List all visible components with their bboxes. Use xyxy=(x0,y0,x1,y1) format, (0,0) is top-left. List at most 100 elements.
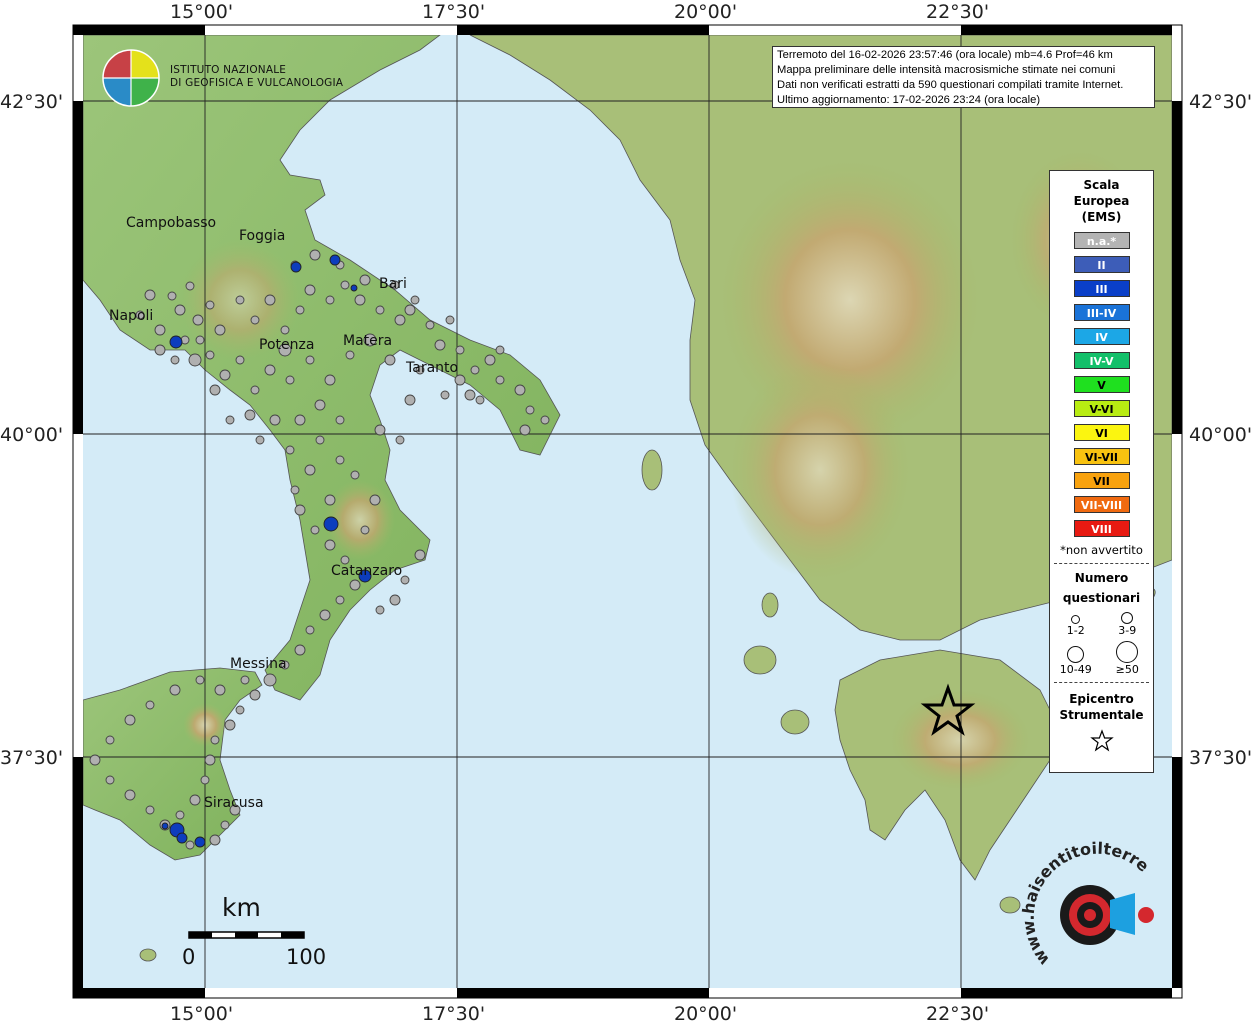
point-na xyxy=(124,714,136,726)
point-na xyxy=(360,525,370,535)
info-line-1: Terremoto del 16-02-2026 23:57:46 (ora l… xyxy=(777,49,1113,61)
city-catanzaro: Catanzaro xyxy=(331,563,402,579)
point-na xyxy=(470,365,480,375)
point-na xyxy=(454,374,466,386)
size-label-3-9: 3-9 xyxy=(1118,624,1137,637)
point-na xyxy=(209,384,221,396)
info-line-4: Ultimo aggiornamento: 17-02-2026 23:24 (… xyxy=(777,94,1041,106)
point-na xyxy=(354,294,366,306)
coord-right-1: 40°00' xyxy=(1189,424,1252,446)
point-na xyxy=(305,625,315,635)
coord-right-2: 37°30' xyxy=(1189,747,1252,769)
point-na xyxy=(464,389,476,401)
point-na xyxy=(195,335,205,345)
size-50-icon xyxy=(1116,641,1139,663)
ems-scale-list: n.a.* II III III-IV IV IV-V V V-VI VI VI-VII VII VI… xyxy=(1050,232,1153,537)
size-label-1-2: 1-2 xyxy=(1066,624,1085,637)
point-ems-iii xyxy=(290,261,302,273)
lefkada-island xyxy=(761,592,779,618)
point-na xyxy=(220,820,230,830)
point-na xyxy=(359,274,371,286)
legend-title-3: (EMS) xyxy=(1081,210,1122,224)
size-1-2-icon xyxy=(1071,615,1081,624)
ems-level-0: n.a.* xyxy=(1073,232,1130,249)
city-napoli: Napoli xyxy=(109,308,153,324)
point-na xyxy=(294,644,306,656)
coord-top-3: 22°30' xyxy=(926,1,989,23)
ingv-logo-text: ISTITUTO NAZIONALE DI GEOFISICA E VULCAN… xyxy=(170,64,343,90)
point-na xyxy=(324,539,336,551)
point-na xyxy=(210,735,220,745)
ems-level-7: V-VI xyxy=(1073,400,1130,417)
point-na xyxy=(200,775,210,785)
point-na xyxy=(495,345,505,355)
point-na xyxy=(285,445,295,455)
malta-island xyxy=(139,948,157,962)
point-na xyxy=(349,579,361,591)
ems-level-2: III xyxy=(1073,280,1130,297)
point-na xyxy=(214,684,226,696)
ingv-logo-line2: DI GEOFISICA E VULCANOLOGIA xyxy=(170,77,344,89)
point-na xyxy=(145,805,155,815)
point-na xyxy=(235,705,245,715)
info-line-3: Dati non verificati estratti da 590 ques… xyxy=(777,79,1124,91)
point-na xyxy=(250,315,260,325)
point-na xyxy=(263,673,277,687)
point-na xyxy=(174,304,186,316)
ems-level-5: IV-V xyxy=(1073,352,1130,369)
point-na xyxy=(214,324,226,336)
ingv-globe-icon xyxy=(102,49,160,107)
point-na xyxy=(410,295,420,305)
point-na xyxy=(369,494,381,506)
point-na xyxy=(304,464,316,476)
point-na xyxy=(425,320,435,330)
point-na xyxy=(240,675,250,685)
epi-title-1: Epicentro xyxy=(1069,692,1134,706)
city-foggia: Foggia xyxy=(239,228,285,244)
point-na xyxy=(434,339,446,351)
point-ems-iii xyxy=(194,836,206,848)
point-na xyxy=(89,754,101,766)
point-na xyxy=(309,249,321,261)
point-na xyxy=(335,415,345,425)
legend-divider xyxy=(1054,563,1149,564)
point-na xyxy=(195,675,205,685)
ems-level-11: VII-VIII xyxy=(1073,496,1130,513)
point-na xyxy=(170,355,180,365)
coord-bottom-1: 17°30' xyxy=(422,1003,485,1024)
city-siracusa: Siracusa xyxy=(204,795,264,811)
scale-max-label: 100 xyxy=(286,945,327,969)
info-line-2: Mappa preliminare delle intensità macros… xyxy=(777,64,1116,76)
legend-star-icon xyxy=(1089,729,1114,752)
ems-level-12: VIII xyxy=(1073,520,1130,537)
legend-divider-2 xyxy=(1054,682,1149,683)
city-taranto: Taranto xyxy=(405,360,458,376)
city-potenza: Potenza xyxy=(259,337,314,353)
point-na xyxy=(475,395,485,405)
point-na xyxy=(495,375,505,385)
point-na xyxy=(305,355,315,365)
size-row-1: 1-2 3-9 xyxy=(1050,612,1153,637)
scale-min-label: 0 xyxy=(182,945,196,969)
point-na xyxy=(105,775,115,785)
point-na xyxy=(169,684,181,696)
point-na xyxy=(404,394,416,406)
point-na xyxy=(188,353,202,367)
point-na xyxy=(414,549,426,561)
point-na xyxy=(205,300,215,310)
point-na xyxy=(269,414,281,426)
point-na xyxy=(295,305,305,315)
coord-top-2: 20°00' xyxy=(674,1,737,23)
point-na xyxy=(144,289,156,301)
coord-left-0: 42°30' xyxy=(0,91,63,113)
point-na xyxy=(525,405,535,415)
point-na xyxy=(335,595,345,605)
size-label-50: ≥50 xyxy=(1115,663,1139,676)
point-ems-iii xyxy=(176,832,188,844)
point-na xyxy=(185,281,195,291)
point-na xyxy=(484,354,496,366)
point-na xyxy=(335,455,345,465)
point-na xyxy=(225,415,235,425)
point-na xyxy=(154,324,166,336)
point-na xyxy=(294,504,306,516)
